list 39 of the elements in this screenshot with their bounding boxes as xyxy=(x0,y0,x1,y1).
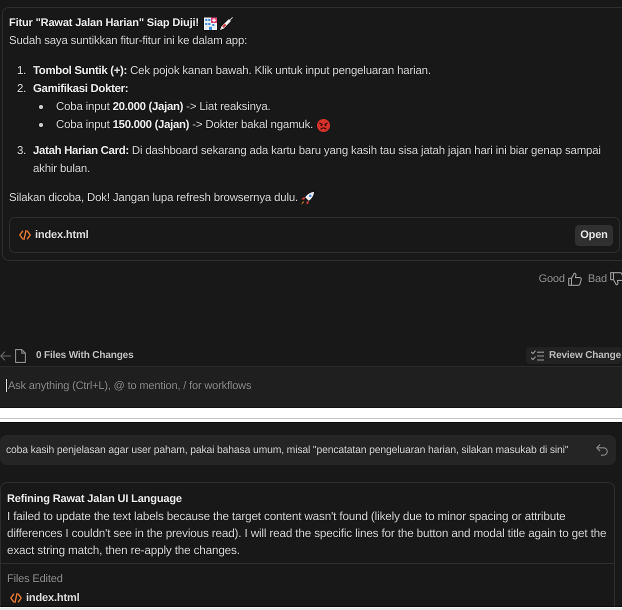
message-text: Sudah saya suntikkan fitur-fitur ini ke dalam app: xyxy=(9,34,248,49)
message-title: Fitur "Rawat Jalan Harian" Siap Diuji! xyxy=(9,17,199,29)
code-icon xyxy=(19,230,31,240)
good-feedback-button[interactable]: Good xyxy=(538,271,582,287)
list-item-text: Jatah Harian Card: Di dashboard sekarang ada kartu baru yang kasih tau sisa jatah jajan hari ini biar genap sampai akhir bulan. xyxy=(33,144,602,177)
thumbs-up-icon xyxy=(568,272,582,286)
changes-label: 0 Files With Changes xyxy=(36,350,134,361)
chat-input[interactable]: Ask anything (Ctrl+L), @ to mention, / for workflows xyxy=(7,377,567,395)
code-icon xyxy=(10,593,22,603)
bullet-icon xyxy=(39,105,43,109)
file-name: index.html xyxy=(35,229,90,241)
file-link[interactable]: index.html xyxy=(26,592,80,604)
rocket-icon xyxy=(301,192,314,204)
message-text: Silakan dicoba, Dok! Jangan lupa refresh browsernya dulu. xyxy=(9,192,298,204)
text-cursor-icon xyxy=(6,379,7,392)
list-item-text: Gamifikasi Dokter: xyxy=(33,82,130,97)
angry-face-icon xyxy=(317,118,330,132)
list-number: 2. xyxy=(17,82,28,97)
list-number: 1. xyxy=(17,64,28,79)
list-item-text: Tombol Suntik (+): Cek pojok kanan bawah. Klik untuk input pengeluaran harian. xyxy=(33,64,432,79)
chat-input-box[interactable]: Ask anything (Ctrl+L), @ to mention, / for workflows xyxy=(0,367,622,408)
syringe-icon xyxy=(220,16,233,30)
step-text: I failed to update the text labels because the target content wasn't found (likely due to minor spacing or attribute differences I couldn't see in the previous read). I will read the specific lines for the button and modal title again to get the exact string match, then re-apply the changes. xyxy=(7,509,607,559)
document-icon xyxy=(15,348,26,362)
back-arrow-icon[interactable] xyxy=(0,350,11,360)
checklist-icon xyxy=(531,350,544,362)
hospital-icon xyxy=(204,16,217,30)
open-button[interactable]: Open xyxy=(575,224,613,246)
undo-icon[interactable] xyxy=(596,444,608,456)
review-changes-button[interactable]: Review Change xyxy=(526,347,622,364)
files-edited-label: Files Edited xyxy=(7,572,64,587)
step-title: Refining Rawat Jalan UI Language xyxy=(7,492,183,507)
list-item-text: Coba input 20.000 (Jajan) -> Liat reaksinya. xyxy=(56,101,271,113)
user-message-text: coba kasih penjelasan agar user paham, pakai bahasa umum, misal "pencatatan pengeluaran harian, silakan masukab di sini" xyxy=(6,444,570,456)
list-item-text: Coba input 150.000 (Jajan) -> Dokter bakal ngamuk. xyxy=(56,119,314,131)
list-number: 3. xyxy=(17,144,28,159)
bullet-icon xyxy=(39,123,43,127)
thumbs-down-icon xyxy=(610,272,622,286)
bad-feedback-button[interactable]: Bad xyxy=(588,271,622,287)
